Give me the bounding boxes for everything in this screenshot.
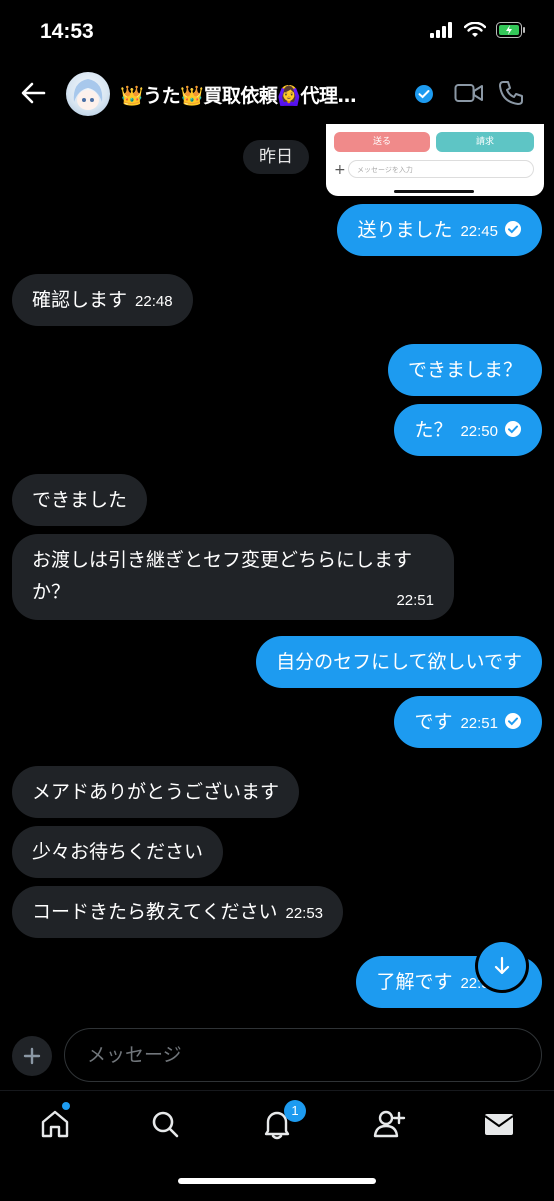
- thumbnail-plus-icon: +: [334, 162, 346, 178]
- status-icons: [430, 22, 526, 38]
- home-new-dot: [62, 1102, 70, 1110]
- message-time: 22:48: [135, 293, 173, 310]
- message-text: 少々お待ちください: [32, 841, 204, 863]
- read-check-icon: [505, 713, 521, 729]
- message-bubble-incoming[interactable]: 少々お待ちください: [12, 826, 224, 878]
- add-follow-icon[interactable]: [372, 1107, 406, 1141]
- thumbnail-request-button: 請求: [436, 132, 534, 152]
- thumbnail-home-indicator: [394, 190, 474, 193]
- notifications-badge: 1: [284, 1100, 306, 1122]
- home-indicator: [178, 1178, 376, 1184]
- message-bubble-outgoing[interactable]: た？ 22:50: [394, 404, 542, 456]
- add-attachment-button[interactable]: [12, 1036, 52, 1076]
- messages-envelope-icon[interactable]: [482, 1107, 516, 1141]
- message-text: 確認します: [32, 289, 128, 311]
- message-bubble-outgoing[interactable]: です 22:51: [394, 696, 542, 748]
- plus-icon: [23, 1047, 41, 1065]
- message-time: 22:51: [396, 592, 434, 609]
- battery-icon: [496, 22, 525, 38]
- day-separator: 昨日: [243, 140, 309, 174]
- scroll-to-bottom-button[interactable]: [478, 942, 526, 990]
- verified-badge-icon: [415, 85, 433, 103]
- message-text: コードきたら教えてください: [32, 901, 278, 923]
- phone-call-icon[interactable]: [498, 80, 524, 106]
- search-icon[interactable]: [148, 1107, 182, 1141]
- message-bubble-incoming[interactable]: 確認します 22:48: [12, 274, 193, 326]
- image-attachment[interactable]: 送る 請求 + メッセージを入力: [326, 124, 544, 196]
- message-text: 自分のセフにして欲しいです: [276, 651, 522, 673]
- message-time: 22:45: [460, 223, 498, 240]
- message-time: 22:50: [460, 423, 498, 440]
- message-text: できました: [32, 489, 128, 511]
- video-call-icon[interactable]: [454, 82, 484, 104]
- message-bubble-outgoing[interactable]: 自分のセフにして欲しいです: [256, 636, 542, 688]
- message-bubble-incoming[interactable]: メアドありがとうございます: [12, 766, 300, 818]
- thumbnail-send-button: 送る: [334, 132, 430, 152]
- signal-icon: [430, 22, 452, 38]
- message-text: 送りました: [357, 219, 453, 241]
- message-bubble-incoming[interactable]: コードきたら教えてください 22:53: [12, 886, 344, 938]
- message-text: できましま？: [407, 359, 522, 381]
- message-time: 22:51: [460, 715, 498, 732]
- message-text: メアドありがとうございます: [32, 781, 280, 803]
- back-arrow-icon[interactable]: [18, 78, 48, 108]
- message-text: 了解です: [376, 971, 453, 993]
- read-check-icon: [505, 221, 521, 237]
- avatar[interactable]: [66, 72, 110, 116]
- wifi-icon: [464, 22, 486, 37]
- message-composer: メッセージ: [0, 1018, 554, 1090]
- message-bubble-outgoing[interactable]: 送りました 22:45: [337, 204, 542, 256]
- arrow-down-icon: [494, 956, 510, 975]
- message-time: 22:53: [285, 905, 324, 922]
- message-bubble-outgoing[interactable]: できましま？: [387, 344, 542, 396]
- status-bar: 14:53: [0, 0, 554, 64]
- message-input[interactable]: メッセージ: [64, 1028, 542, 1082]
- message-bubble-incoming[interactable]: お渡しは引き継ぎとセフ変更どちらにしますか？ 22:51: [12, 534, 454, 620]
- thumbnail-input: メッセージを入力: [348, 160, 534, 178]
- status-time: 14:53: [40, 20, 94, 43]
- message-text: お渡しは引き継ぎとセフ変更どちらにしますか？: [32, 549, 413, 603]
- chat-title[interactable]: 👑うた👑買取依頼🙆‍♀️代理…: [120, 81, 356, 108]
- message-bubble-incoming[interactable]: できました: [12, 474, 148, 526]
- bottom-tab-bar: [0, 1090, 554, 1201]
- chat-header: 👑うた👑買取依頼🙆‍♀️代理…: [0, 64, 554, 124]
- message-text: です: [414, 711, 453, 733]
- home-icon[interactable]: [38, 1107, 72, 1141]
- message-text: た？: [414, 419, 453, 441]
- read-check-icon: [505, 421, 521, 437]
- avatar-character-icon: [73, 79, 103, 110]
